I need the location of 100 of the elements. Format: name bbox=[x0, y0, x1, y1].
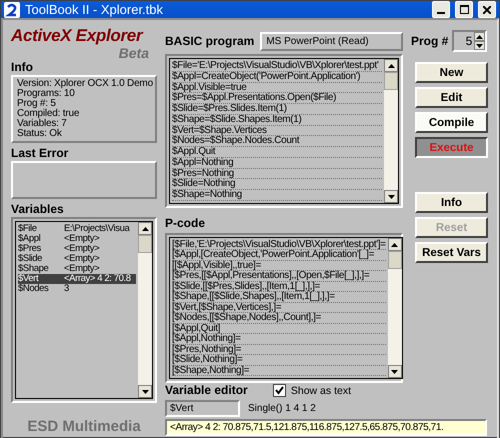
code-line[interactable]: [$File,'E:\Projects\VisualStudio\VB\Xplorer\test.ppt']= bbox=[172, 240, 386, 250]
prog-number-label: Prog # bbox=[411, 34, 448, 48]
window-title: ToolBook II - Xplorer.tbk bbox=[25, 2, 164, 17]
variable-row[interactable]: $Appl <Empty> bbox=[18, 234, 136, 244]
program-name-field[interactable]: MS PowerPoint (Read) bbox=[260, 32, 403, 51]
scroll-up-button[interactable] bbox=[138, 222, 152, 235]
variable-name: $File bbox=[18, 224, 38, 234]
variable-name: $Shape bbox=[18, 264, 50, 274]
code-line[interactable]: $Appl.Visible=true bbox=[172, 82, 382, 94]
code-line[interactable]: $Appl=Nothing bbox=[172, 158, 382, 169]
info-text: Variables: 7 bbox=[17, 119, 68, 129]
variable-row[interactable]: $Slide <Empty> bbox=[18, 254, 136, 264]
section-label: Variable editor bbox=[165, 383, 248, 398]
close-button[interactable] bbox=[478, 1, 496, 18]
command-button[interactable]: Info bbox=[415, 192, 488, 213]
beta-label: Beta bbox=[118, 46, 149, 60]
variable-value: <Empty> bbox=[64, 264, 100, 274]
scroll-thumb[interactable] bbox=[388, 251, 402, 269]
code-line[interactable]: $Nodes=$Shape.Nodes.Count bbox=[172, 136, 382, 148]
section-label: Info bbox=[11, 60, 34, 75]
variable-name: $Nodes bbox=[18, 284, 50, 294]
code-line[interactable]: $Vert=$Shape.Vertices bbox=[172, 126, 382, 136]
code-line[interactable]: $Appl.Quit bbox=[172, 147, 382, 158]
code-line[interactable]: $Slide=$Pres.Slides.Item(1) bbox=[172, 104, 382, 115]
code-line[interactable]: [$Pres,[[$Appl,Presentations],,[Open,$File[_],],]= bbox=[172, 271, 386, 282]
variable-row[interactable]: $Nodes 3 bbox=[18, 284, 136, 294]
checkbox-label: Show as text bbox=[290, 384, 351, 396]
scrollbar[interactable] bbox=[138, 222, 152, 398]
code-line[interactable]: [$Slide,Nothing]= bbox=[172, 355, 386, 366]
up-arrow-icon bbox=[476, 34, 484, 38]
variable-value-field[interactable]: <Array> 4 2: 70.875,71.5,121.875,116.875,127.5,65.875,70.875,71. bbox=[165, 419, 487, 436]
variable-value: E:\Projects\Visua bbox=[64, 224, 131, 234]
scroll-down-button[interactable] bbox=[138, 385, 152, 398]
info-text: Compiled: true bbox=[17, 109, 80, 119]
variable-value: <Empty> bbox=[64, 254, 100, 264]
check-icon bbox=[274, 386, 284, 395]
code-line[interactable]: [[$Appl,Visible],,true]= bbox=[172, 260, 386, 272]
scroll-up-button[interactable] bbox=[388, 238, 402, 251]
down-arrow-icon bbox=[142, 390, 148, 394]
code-line[interactable]: [$Appl,[CreateObject,'PowerPoint.Application'[_]= bbox=[172, 250, 386, 261]
variable-value: <Array> 4 2: 70.8 bbox=[64, 274, 132, 284]
info-text: Programs: 10 bbox=[17, 89, 75, 99]
app-title: ActiveX Explorer bbox=[11, 26, 144, 46]
scrollbar[interactable] bbox=[388, 238, 402, 378]
minimize-icon bbox=[437, 12, 445, 14]
variable-row[interactable]: $Vert <Array> 4 2: 70.8 bbox=[18, 274, 136, 284]
section-label: Last Error bbox=[11, 146, 70, 161]
variable-name: $Pres bbox=[18, 244, 42, 254]
variable-name: $Appl bbox=[18, 234, 42, 244]
variable-name: $Vert bbox=[18, 274, 40, 284]
variable-row[interactable]: $File E:\Projects\Visua bbox=[18, 224, 136, 234]
command-button[interactable]: Compile bbox=[415, 112, 488, 133]
code-line[interactable]: [$Slide,[[$Pres,Slides],,[Item,1[_],],]= bbox=[172, 282, 386, 292]
info-text: Prog #: 5 bbox=[17, 99, 56, 109]
up-arrow-icon bbox=[388, 64, 394, 68]
scroll-up-button[interactable] bbox=[384, 59, 398, 72]
code-line[interactable]: [$Shape,Nothing]= bbox=[172, 366, 386, 376]
close-icon bbox=[483, 6, 491, 14]
app-logo-icon bbox=[4, 2, 20, 18]
variable-row[interactable]: $Pres <Empty> bbox=[18, 244, 136, 254]
down-arrow-icon bbox=[388, 194, 394, 198]
section-label: Variables bbox=[11, 202, 65, 217]
code-line[interactable]: $File='E:\Projects\VisualStudio\VB\Xplorer\test.ppt' bbox=[172, 61, 382, 72]
code-line[interactable]: $Pres=Nothing bbox=[172, 168, 382, 180]
code-line[interactable]: [$Vert,[$Shape,Vertices],]= bbox=[172, 302, 386, 314]
variable-value: <Empty> bbox=[64, 244, 100, 254]
down-arrow-icon bbox=[476, 44, 484, 48]
code-line[interactable]: $Pres=$Appl.Presentations.Open($File) bbox=[172, 93, 382, 104]
maximize-button[interactable] bbox=[455, 1, 473, 18]
scroll-thumb[interactable] bbox=[384, 72, 398, 90]
scroll-down-button[interactable] bbox=[384, 190, 398, 203]
code-line[interactable]: [$Pres,Nothing]= bbox=[172, 344, 386, 356]
section-label: BASIC program bbox=[165, 34, 254, 49]
variable-name-field[interactable]: $Vert bbox=[165, 400, 240, 417]
section-label: P-code bbox=[165, 216, 206, 231]
variable-value: 3 bbox=[64, 284, 70, 294]
up-arrow-icon bbox=[142, 226, 148, 230]
command-button[interactable]: Edit bbox=[415, 87, 488, 108]
variable-row[interactable]: $Shape <Empty> bbox=[18, 264, 136, 274]
code-line[interactable]: [$Nodes,[[$Shape,Nodes],,Count],]= bbox=[172, 313, 386, 324]
minimize-button[interactable] bbox=[432, 1, 450, 18]
code-line[interactable]: [$Appl,Nothing]= bbox=[172, 334, 386, 345]
code-line[interactable]: $Appl=CreateObject('PowerPoint.Application') bbox=[172, 72, 382, 83]
code-line[interactable]: [$Appl,Quit] bbox=[172, 324, 386, 334]
prog-number-spinner[interactable]: 5 bbox=[452, 30, 488, 52]
up-arrow-icon bbox=[391, 242, 398, 246]
variable-type: Single() 1 4 1 2 bbox=[248, 403, 316, 414]
code-line[interactable]: $Shape=Nothing bbox=[172, 190, 382, 201]
scrollbar[interactable] bbox=[384, 59, 398, 203]
scroll-thumb[interactable] bbox=[138, 235, 152, 253]
scroll-down-button[interactable] bbox=[388, 365, 402, 378]
code-line[interactable]: $Slide=Nothing bbox=[172, 179, 382, 190]
code-line[interactable]: $Shape=$Slide.Shapes.Item(1) bbox=[172, 114, 382, 126]
code-line[interactable]: [$Shape,[[$Slide,Shapes],,[Item,1[_],],]= bbox=[172, 292, 386, 303]
info-text: Version: Xplorer OCX 1.0 Demo bbox=[17, 79, 151, 89]
command-button[interactable]: New bbox=[415, 62, 488, 83]
info-text: Status: Ok bbox=[17, 129, 63, 139]
variable-name: $Slide bbox=[18, 254, 44, 264]
checkbox[interactable] bbox=[272, 384, 286, 397]
command-button[interactable]: Reset Vars bbox=[415, 242, 488, 263]
